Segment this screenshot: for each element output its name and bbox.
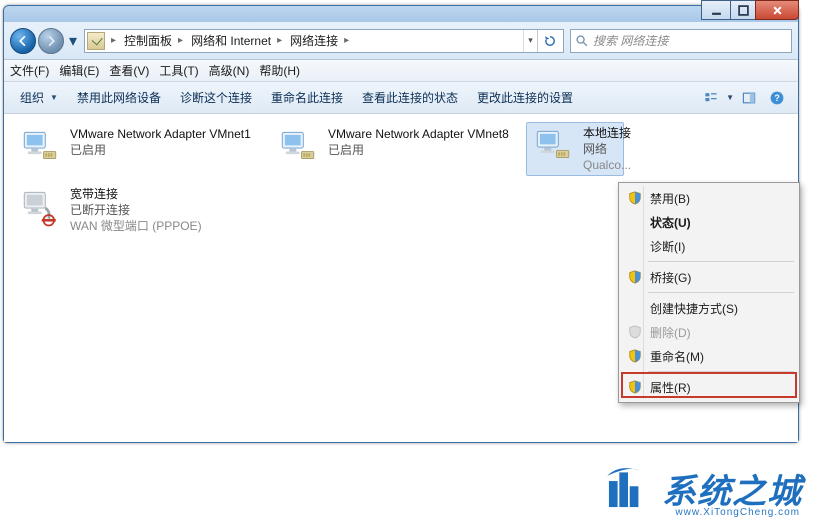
connection-name: 宽带连接	[70, 186, 202, 202]
ctx-properties-label: 属性(R)	[650, 379, 691, 396]
menu-view[interactable]: 查看(V)	[109, 62, 149, 79]
diagnose-label: 诊断这个连接	[180, 89, 252, 106]
ctx-delete-label: 删除(D)	[650, 324, 691, 341]
ctx-diagnose[interactable]: 诊断(I)	[622, 234, 796, 258]
connection-name: 本地连接	[583, 125, 631, 141]
ctx-properties[interactable]: 属性(R)	[622, 375, 796, 399]
nav-arrows: ▾	[10, 28, 80, 54]
disable-device-button[interactable]: 禁用此网络设备	[69, 85, 169, 111]
rename-label: 重命名此连接	[271, 89, 343, 106]
ctx-diagnose-label: 诊断(I)	[650, 238, 685, 255]
connection-status: 已断开连接	[70, 202, 202, 218]
watermark-logo	[602, 462, 654, 514]
shield-icon	[627, 348, 643, 364]
dialup-icon	[18, 186, 62, 230]
view-status-button[interactable]: 查看此连接的状态	[354, 85, 466, 111]
organize-button[interactable]: 组织▼	[12, 85, 66, 111]
nav-bar: ▾ ▸ 控制面板▸ 网络和 Internet▸ 网络连接▸ ▾ 搜索 网络连接	[4, 22, 798, 60]
window-buttons	[702, 0, 799, 20]
shield-icon	[627, 190, 643, 206]
rename-button[interactable]: 重命名此连接	[263, 85, 351, 111]
ctx-create-shortcut[interactable]: 创建快捷方式(S)	[622, 296, 796, 320]
ctx-status-label: 状态(U)	[650, 214, 691, 231]
ctx-bridge[interactable]: 桥接(G)	[622, 265, 796, 289]
ctx-create-shortcut-label: 创建快捷方式(S)	[650, 300, 738, 317]
watermark-text: 系统之城	[662, 464, 802, 513]
organize-label: 组织	[20, 89, 44, 106]
close-button[interactable]	[755, 0, 799, 20]
shield-icon	[627, 379, 643, 395]
connection-item-selected[interactable]: 本地连接 网络 Qualco...	[526, 122, 624, 176]
svg-text:?: ?	[774, 93, 779, 103]
menu-advanced[interactable]: 高级(N)	[209, 62, 250, 79]
location-icon	[87, 32, 105, 50]
shield-icon	[627, 269, 643, 285]
change-settings-button[interactable]: 更改此连接的设置	[469, 85, 581, 111]
disable-device-label: 禁用此网络设备	[77, 89, 161, 106]
ctx-bridge-label: 桥接(G)	[650, 269, 691, 286]
watermark-url: www.XiTongCheng.com	[675, 507, 800, 518]
breadcrumb-3[interactable]: 网络连接▸	[286, 32, 353, 49]
diagnose-button[interactable]: 诊断这个连接	[172, 85, 260, 111]
ctx-delete: 删除(D)	[622, 320, 796, 344]
connection-status: 网络	[583, 141, 631, 157]
breadcrumb-1[interactable]: 控制面板▸	[120, 32, 187, 49]
address-dropdown[interactable]: ▾	[523, 30, 537, 52]
change-settings-label: 更改此连接的设置	[477, 89, 573, 106]
menu-edit[interactable]: 编辑(E)	[59, 62, 99, 79]
separator	[648, 292, 794, 293]
network-adapter-icon	[18, 126, 62, 170]
breadcrumb-2[interactable]: 网络和 Internet▸	[187, 32, 286, 49]
connection-status: 已启用	[328, 142, 509, 158]
connection-item[interactable]: VMware Network Adapter VMnet1 已启用	[18, 126, 258, 170]
menu-bar: 文件(F) 编辑(E) 查看(V) 工具(T) 高级(N) 帮助(H)	[4, 60, 798, 82]
minimize-button[interactable]	[701, 0, 731, 20]
preview-pane-button[interactable]	[736, 86, 762, 110]
view-mode-dropdown[interactable]: ▼	[726, 93, 734, 102]
command-bar: 组织▼ 禁用此网络设备 诊断这个连接 重命名此连接 查看此连接的状态 更改此连接…	[4, 82, 798, 114]
connection-detail: WAN 微型端口 (PPPOE)	[70, 218, 202, 234]
back-button[interactable]	[10, 28, 36, 54]
breadcrumb-root[interactable]: ▸	[107, 35, 120, 46]
ctx-rename[interactable]: 重命名(M)	[622, 344, 796, 368]
menu-tools[interactable]: 工具(T)	[159, 62, 198, 79]
address-bar[interactable]: ▸ 控制面板▸ 网络和 Internet▸ 网络连接▸ ▾	[84, 29, 564, 53]
search-placeholder: 搜索 网络连接	[593, 32, 668, 49]
breadcrumb-label: 控制面板	[120, 32, 174, 49]
ctx-disable[interactable]: 禁用(B)	[622, 186, 796, 210]
help-button[interactable]: ?	[764, 86, 790, 110]
network-adapter-icon	[276, 126, 320, 170]
refresh-button[interactable]	[537, 30, 561, 52]
network-adapter-icon	[531, 125, 575, 169]
view-mode-button[interactable]	[698, 86, 724, 110]
connection-name: VMware Network Adapter VMnet1	[70, 126, 251, 142]
nav-history-dropdown[interactable]: ▾	[66, 32, 80, 50]
connection-name: VMware Network Adapter VMnet8	[328, 126, 509, 142]
connection-status: 已启用	[70, 142, 251, 158]
ctx-rename-label: 重命名(M)	[650, 348, 704, 365]
separator	[648, 371, 794, 372]
forward-button[interactable]	[38, 28, 64, 54]
search-icon	[575, 34, 589, 48]
breadcrumb-label: 网络连接	[286, 32, 340, 49]
context-menu: 禁用(B) 状态(U) 诊断(I) 桥接(G) 创建快捷方式(S) 删除(D) …	[618, 182, 800, 403]
connection-item[interactable]: VMware Network Adapter VMnet8 已启用	[276, 126, 516, 170]
menu-help[interactable]: 帮助(H)	[259, 62, 300, 79]
connection-item[interactable]: 宽带连接 已断开连接 WAN 微型端口 (PPPOE)	[18, 186, 258, 234]
ctx-disable-label: 禁用(B)	[650, 190, 690, 207]
search-input[interactable]: 搜索 网络连接	[570, 29, 792, 53]
titlebar[interactable]	[4, 6, 798, 22]
view-status-label: 查看此连接的状态	[362, 89, 458, 106]
maximize-button[interactable]	[730, 0, 756, 20]
menu-file[interactable]: 文件(F)	[10, 62, 49, 79]
ctx-status[interactable]: 状态(U)	[622, 210, 796, 234]
breadcrumb-label: 网络和 Internet	[187, 32, 273, 49]
separator	[648, 261, 794, 262]
connection-detail: Qualco...	[583, 157, 631, 173]
shield-icon	[627, 324, 643, 340]
